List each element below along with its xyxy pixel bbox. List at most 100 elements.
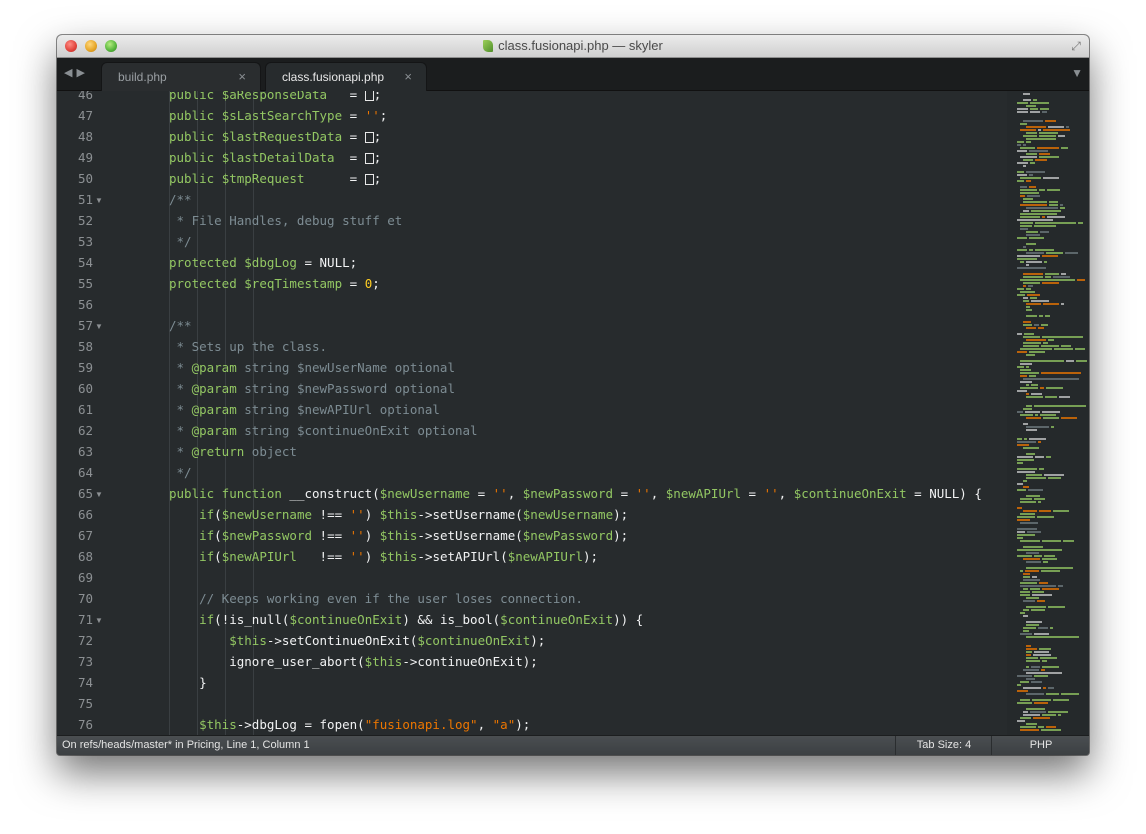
code-line[interactable]: protected $dbgLog = NULL; <box>169 252 357 273</box>
minimap-line <box>1048 711 1068 713</box>
minimap-line <box>1033 654 1051 656</box>
code-line[interactable]: * @return object <box>169 441 297 462</box>
minimap-line <box>1042 336 1083 338</box>
minimap-line <box>1046 456 1051 458</box>
line-number: 72 <box>77 633 93 648</box>
code-line[interactable]: protected $reqTimestamp = 0; <box>169 273 380 294</box>
code-line[interactable]: public $tmpRequest = ; <box>169 168 381 189</box>
minimap-line <box>1039 132 1058 134</box>
code-line[interactable]: * File Handles, debug stuff et <box>169 210 403 231</box>
minimap-line <box>1034 324 1039 326</box>
code-line[interactable]: if($newPassword !== '') $this->setUserna… <box>169 525 628 546</box>
minimap-line <box>1020 225 1032 227</box>
code-line[interactable]: public function __construct($newUsername… <box>169 483 982 504</box>
line-number: 71 <box>77 612 93 627</box>
minimap-line <box>1020 369 1031 371</box>
code-line[interactable]: public $sLastSearchType = ''; <box>169 105 387 126</box>
code-line[interactable]: /** <box>169 315 192 336</box>
minimap-line <box>1037 516 1054 518</box>
code-token: ; <box>373 150 382 165</box>
fold-arrow-icon[interactable]: ▼ <box>95 190 103 211</box>
tab-close-icon[interactable]: × <box>404 69 412 84</box>
code-token: $newAPIUrl <box>665 486 742 501</box>
code-line[interactable]: * @param string $continueOnExit optional <box>169 420 478 441</box>
code-line[interactable]: if(!is_null($continueOnExit) && is_bool(… <box>169 609 643 630</box>
back-arrow-icon[interactable]: ◀ <box>64 67 76 79</box>
code-token: ; <box>372 276 380 291</box>
tab-size-selector[interactable]: Tab Size: 4 <box>895 736 992 755</box>
fold-arrow-icon[interactable]: ▼ <box>95 610 103 631</box>
code-line[interactable]: /** <box>169 189 192 210</box>
fold-arrow-icon[interactable]: ▼ <box>95 484 103 505</box>
code-token: $lastDetailData <box>221 150 335 165</box>
line-number: 69 <box>77 570 93 585</box>
minimap-line <box>1020 261 1024 263</box>
code-line[interactable]: if($newAPIUrl !== '') $this->setAPIUrl($… <box>169 546 598 567</box>
minimap-line <box>1053 276 1070 278</box>
code-editor[interactable]: 46 47 48 49 50 51 ▼ 52 53 54 55 56 57 ▼ 58 59 60 61 62 63 64… <box>57 91 1089 735</box>
code-line[interactable]: } <box>169 672 207 693</box>
code-line[interactable]: */ <box>169 231 192 252</box>
minimap-line <box>1033 717 1050 719</box>
php-file-icon <box>483 40 494 52</box>
minimap-line <box>1077 279 1085 281</box>
minimap-line <box>1020 291 1035 293</box>
code-line[interactable]: */ <box>169 462 192 483</box>
minimap-line <box>1017 141 1024 143</box>
code-line[interactable]: * @param string $newPassword optional <box>169 378 455 399</box>
code-token: $newPassword <box>522 486 614 501</box>
tab-class-fusionapi-php[interactable]: class.fusionapi.php × <box>265 62 427 91</box>
tab-close-icon[interactable]: × <box>238 69 246 84</box>
code-line[interactable]: public $lastDetailData = ; <box>169 147 381 168</box>
minimap-line <box>1023 558 1040 560</box>
code-line[interactable]: * @param string $newAPIUrl optional <box>169 399 440 420</box>
minimap-line <box>1020 372 1039 374</box>
code-area[interactable]: public $aResponseData = ; public $sLastSe… <box>123 91 1005 735</box>
fold-arrow-icon[interactable]: ▼ <box>95 316 103 337</box>
minimap-line <box>1026 624 1039 626</box>
code-line[interactable]: $this->dbgLog = fopen("fusionapi.log", "… <box>169 714 530 735</box>
fullscreen-icon[interactable]: ⤢ <box>1069 39 1083 53</box>
minimap[interactable] <box>1007 91 1089 735</box>
minimap-line <box>1026 453 1035 455</box>
minimap-line <box>1026 339 1046 341</box>
code-line[interactable]: * Sets up the class. <box>169 336 328 357</box>
code-token: = <box>304 171 365 186</box>
minimap-line <box>1034 633 1049 635</box>
code-line[interactable]: public $lastRequestData = ; <box>169 126 381 147</box>
minimap-line <box>1061 273 1066 275</box>
code-token: @param <box>191 402 237 417</box>
minimap-line <box>1026 171 1045 173</box>
minimap-line <box>1026 426 1049 428</box>
code-line[interactable]: ignore_user_abort($this->continueOnExit)… <box>169 651 538 672</box>
tab-menu-icon[interactable]: ▼ <box>1071 66 1083 80</box>
minimap-line <box>1043 177 1059 179</box>
code-line[interactable]: if($newUsername !== '') $this->setUserna… <box>169 504 628 525</box>
minimap-line <box>1023 576 1030 578</box>
code-line[interactable]: $this->setContinueOnExit($continueOnExit… <box>169 630 545 651</box>
minimap-line <box>1017 441 1036 443</box>
minimap-line <box>1017 249 1027 251</box>
code-line[interactable]: * @param string $newUserName optional <box>169 357 455 378</box>
code-line[interactable]: public $aResponseData = ; <box>169 91 381 105</box>
minimap-line <box>1026 315 1037 317</box>
minimap-line <box>1023 408 1032 410</box>
code-token: ->dbgLog = fopen( <box>236 717 365 732</box>
code-token: = NULL) { <box>906 486 982 501</box>
minimap-line <box>1023 246 1026 248</box>
forward-arrow-icon[interactable]: ▶ <box>76 67 88 79</box>
line-number: 61 <box>77 402 93 417</box>
code-line[interactable]: // Keeps working even if the user loses … <box>169 588 583 609</box>
tab-build-php[interactable]: build.php × <box>101 62 261 91</box>
code-token: public <box>169 91 222 102</box>
code-token: if <box>199 549 215 564</box>
code-token: public <box>169 129 222 144</box>
minimap-line <box>1026 693 1044 695</box>
minimap-line <box>1020 279 1075 281</box>
minimap-line <box>1020 177 1041 179</box>
line-number: 64 <box>77 465 93 480</box>
syntax-selector[interactable]: PHP <box>991 736 1089 755</box>
minimap-line <box>1032 699 1051 701</box>
